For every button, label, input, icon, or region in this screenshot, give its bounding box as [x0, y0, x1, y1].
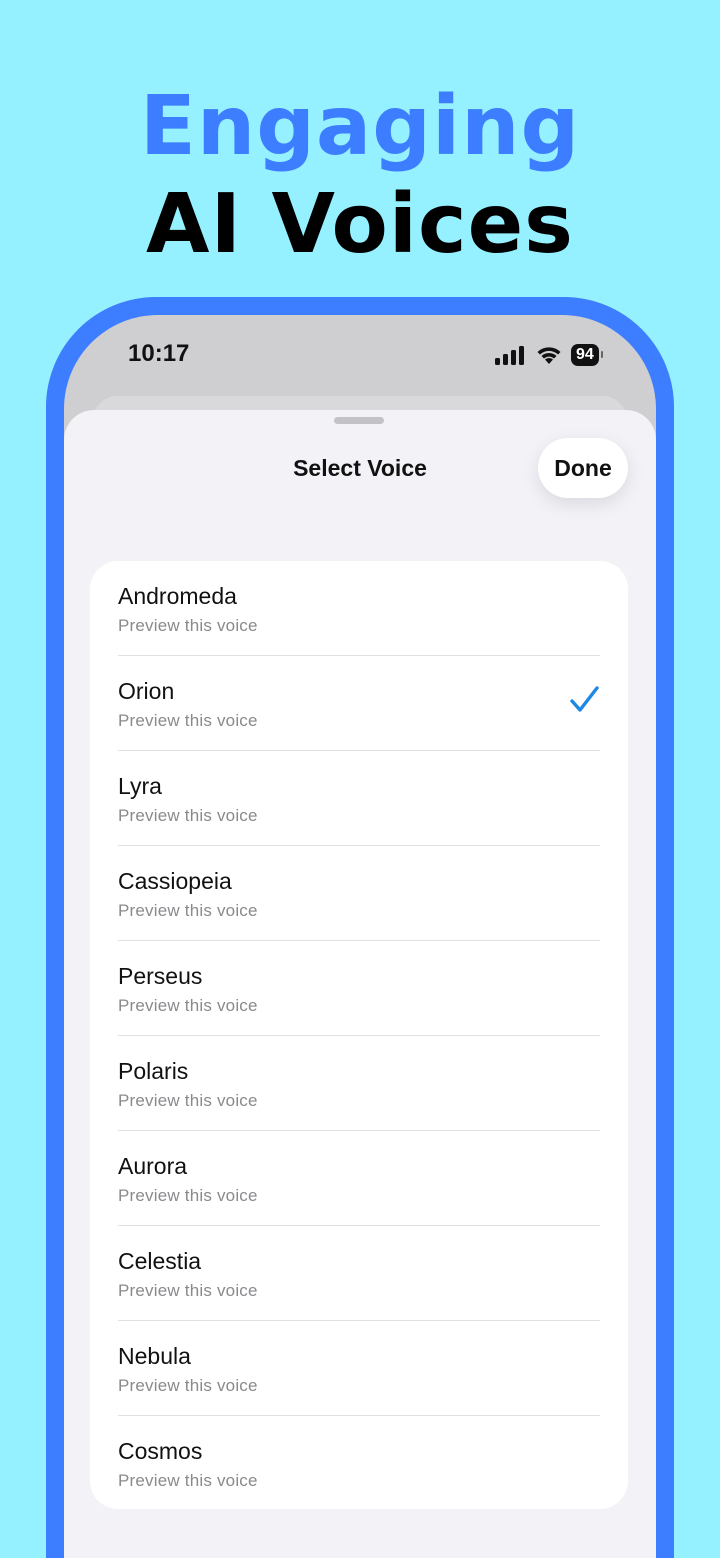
voice-name: Polaris — [118, 1058, 189, 1084]
checkmark-icon — [570, 686, 599, 712]
voice-name: Cosmos — [118, 1438, 203, 1464]
voice-item-aurora[interactable]: Aurora Preview this voice — [90, 1131, 628, 1226]
voice-preview-label: Preview this voice — [118, 806, 258, 825]
voice-preview-label: Preview this voice — [118, 996, 258, 1015]
voice-name: Andromeda — [118, 583, 237, 609]
voice-item-polaris[interactable]: Polaris Preview this voice — [90, 1036, 628, 1131]
voice-item-andromeda[interactable]: Andromeda Preview this voice — [90, 561, 628, 656]
voice-name: Lyra — [118, 773, 162, 799]
sheet-grabber[interactable] — [334, 417, 384, 424]
voice-preview-label: Preview this voice — [118, 1186, 258, 1205]
signal-icon — [495, 346, 524, 365]
voice-name: Nebula — [118, 1343, 191, 1369]
voice-preview-label: Preview this voice — [118, 1091, 258, 1110]
headline: Engaging AI Voices — [0, 78, 720, 274]
status-icons: 94 — [495, 342, 603, 368]
voice-preview-label: Preview this voice — [118, 1281, 258, 1300]
done-button[interactable]: Done — [538, 438, 628, 498]
voice-item-perseus[interactable]: Perseus Preview this voice — [90, 941, 628, 1036]
voice-preview-label: Preview this voice — [118, 711, 258, 730]
voice-item-nebula[interactable]: Nebula Preview this voice — [90, 1321, 628, 1416]
headline-line-2: AI Voices — [146, 177, 574, 272]
wifi-icon — [537, 347, 561, 364]
voice-item-orion[interactable]: Orion Preview this voice — [90, 656, 628, 751]
voice-name: Perseus — [118, 963, 203, 989]
voice-preview-label: Preview this voice — [118, 616, 258, 635]
voice-preview-label: Preview this voice — [118, 1376, 258, 1395]
headline-line-1: Engaging — [139, 79, 581, 174]
voice-name: Aurora — [118, 1153, 188, 1179]
voice-item-cassiopeia[interactable]: Cassiopeia Preview this voice — [90, 846, 628, 941]
voice-name: Celestia — [118, 1248, 202, 1274]
voice-item-lyra[interactable]: Lyra Preview this voice — [90, 751, 628, 846]
voice-list: Andromeda Preview this voice Orion Previ… — [90, 561, 628, 1509]
voice-name: Cassiopeia — [118, 868, 232, 894]
status-time: 10:17 — [128, 340, 190, 367]
voice-item-cosmos[interactable]: Cosmos Preview this voice — [90, 1416, 628, 1509]
voice-preview-label: Preview this voice — [118, 901, 258, 920]
voice-item-celestia[interactable]: Celestia Preview this voice — [90, 1226, 628, 1321]
voice-preview-label: Preview this voice — [118, 1471, 258, 1490]
battery-icon: 94 — [571, 344, 603, 366]
voice-name: Orion — [118, 678, 175, 704]
